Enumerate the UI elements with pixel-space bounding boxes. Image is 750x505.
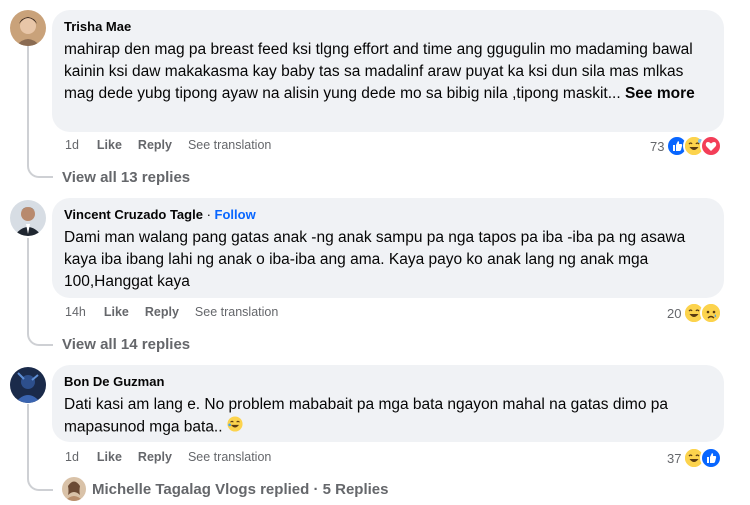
comment-actions: 1d Like Reply See translation [65, 138, 287, 152]
reaction-summary[interactable]: 20 [667, 302, 723, 324]
thread-line [27, 404, 29, 476]
comment-time[interactable]: 1d [65, 450, 79, 464]
comment-time[interactable]: 1d [65, 138, 79, 152]
comment-text: mahirap den mag pa breast feed ksi tlgng… [64, 39, 712, 105]
thread-curve [27, 330, 53, 346]
avatar[interactable] [10, 10, 46, 46]
sad-reaction-icon [700, 302, 723, 324]
see-translation-button[interactable]: See translation [188, 450, 271, 464]
reaction-summary[interactable]: 73 [650, 135, 723, 157]
thread-line [27, 238, 29, 332]
comment-body: mahirap den mag pa breast feed ksi tlgng… [64, 41, 693, 102]
see-translation-button[interactable]: See translation [195, 305, 278, 319]
like-button[interactable]: Like [97, 450, 122, 464]
comment-bubble: Vincent Cruzado Tagle · Follow Dami man … [52, 198, 724, 298]
reaction-count: 37 [667, 450, 682, 466]
avatar[interactable] [10, 200, 46, 236]
reaction-summary[interactable]: 37 [667, 447, 723, 469]
thread-curve [27, 475, 53, 491]
replied-summary-link[interactable]: Michelle Tagalag Vlogs replied · 5 Repli… [62, 477, 388, 501]
comment-bubble: Trisha Mae mahirap den mag pa breast fee… [52, 10, 724, 132]
comment-author[interactable]: Vincent Cruzado Tagle [64, 207, 203, 222]
comment-bubble: Bon De Guzman Dati kasi am lang e. No pr… [52, 365, 724, 442]
thread-line [27, 46, 29, 164]
replied-summary-text: Michelle Tagalag Vlogs replied · 5 Repli… [92, 480, 389, 498]
comment-author[interactable]: Bon De Guzman [64, 373, 712, 390]
comment-body: Dati kasi am lang e. No problem mababait… [64, 396, 668, 436]
thread-curve [27, 162, 53, 178]
reply-button[interactable]: Reply [145, 305, 179, 319]
reaction-count: 73 [650, 138, 665, 154]
comment-actions: 1d Like Reply See translation [65, 450, 287, 464]
comment-time[interactable]: 14h [65, 305, 86, 319]
separator: · [206, 207, 211, 222]
see-translation-button[interactable]: See translation [188, 138, 271, 152]
comment-author[interactable]: Trisha Mae [64, 18, 712, 35]
view-replies-link[interactable]: View all 14 replies [62, 336, 190, 353]
follow-button[interactable]: Follow [215, 207, 256, 222]
comment-actions: 14h Like Reply See translation [65, 305, 294, 319]
like-button[interactable]: Like [97, 138, 122, 152]
reaction-count: 20 [667, 305, 682, 321]
like-button[interactable]: Like [104, 305, 129, 319]
see-more-link[interactable]: See more [625, 85, 695, 102]
reply-button[interactable]: Reply [138, 450, 172, 464]
avatar[interactable] [10, 367, 46, 403]
love-reaction-icon [700, 135, 723, 157]
view-replies-link[interactable]: View all 13 replies [62, 169, 190, 186]
comment-author-row: Vincent Cruzado Tagle · Follow [64, 206, 712, 223]
comment-text: Dati kasi am lang e. No problem mababait… [64, 394, 712, 439]
reply-button[interactable]: Reply [138, 138, 172, 152]
replier-avatar [62, 477, 86, 501]
laughing-emoji-icon [227, 416, 243, 439]
comment-text: Dami man walang pang gatas anak -ng anak… [64, 229, 686, 290]
like-reaction-icon [700, 447, 723, 469]
